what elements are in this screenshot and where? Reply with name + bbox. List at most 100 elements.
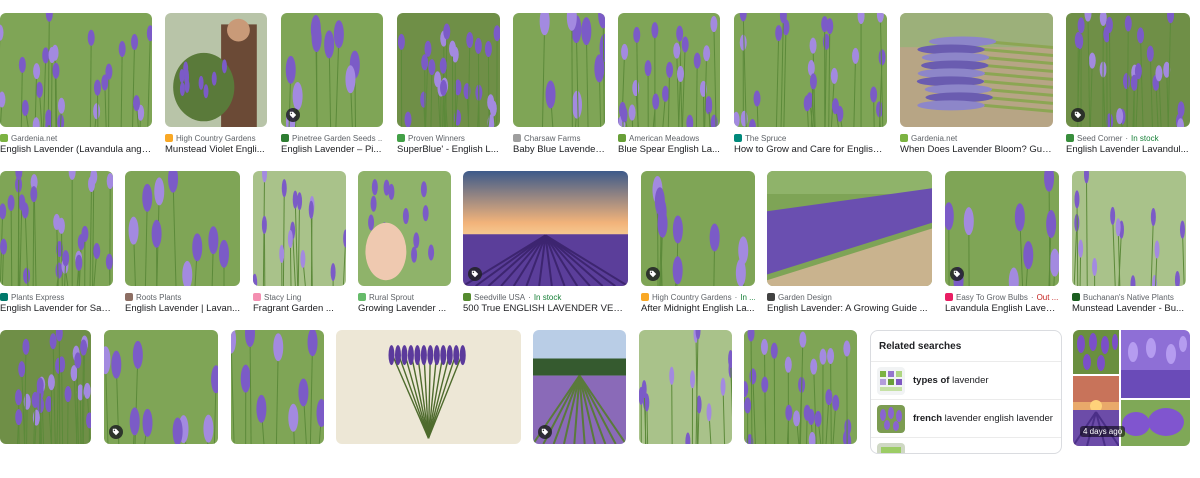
result-thumbnail[interactable] xyxy=(358,171,451,286)
result-source[interactable]: Proven Winners xyxy=(397,132,500,144)
result-source[interactable]: Plants Express xyxy=(0,291,113,303)
result-title[interactable]: English Lavender for Sale... xyxy=(0,303,113,314)
image-result[interactable] xyxy=(231,330,324,478)
result-title[interactable]: SuperBlue' - English L... xyxy=(397,144,500,155)
result-thumbnail[interactable] xyxy=(253,171,346,286)
result-title[interactable]: Fragrant Garden ... xyxy=(253,303,346,314)
related-search-types-of-lavender[interactable]: types of lavender xyxy=(871,361,1061,399)
result-source[interactable]: Roots Plants xyxy=(125,291,240,303)
result-thumbnail[interactable] xyxy=(639,330,732,444)
result-thumbnail[interactable] xyxy=(281,13,383,127)
result-source[interactable]: American Meadows xyxy=(618,132,720,144)
result-thumbnail[interactable] xyxy=(104,330,218,444)
result-title[interactable]: Munstead Violet Engli... xyxy=(165,144,267,155)
result-source[interactable]: Stacy Ling xyxy=(253,291,346,303)
result-thumbnail[interactable] xyxy=(0,13,152,127)
related-search-more[interactable] xyxy=(871,437,1061,454)
image-result[interactable]: High Country GardensMunstead Violet Engl… xyxy=(165,13,267,161)
result-title[interactable]: English Lavender (Lavandula angu... xyxy=(0,144,152,155)
result-source[interactable]: Rural Sprout xyxy=(358,291,451,303)
result-source[interactable]: Buchanan's Native Plants xyxy=(1072,291,1186,303)
result-thumbnail[interactable] xyxy=(513,13,605,127)
result-thumbnail[interactable] xyxy=(1066,13,1190,127)
result-title[interactable]: How to Grow and Care for English ... xyxy=(734,144,887,155)
result-thumbnail[interactable] xyxy=(336,330,521,444)
result-thumbnail[interactable] xyxy=(463,171,628,286)
image-result[interactable]: Charsaw FarmsBaby Blue Lavender... xyxy=(513,13,605,161)
result-source[interactable]: Gardenia.net xyxy=(0,132,152,144)
result-thumbnail[interactable] xyxy=(0,171,113,286)
image-result[interactable]: High Country Gardens·In ...After Midnigh… xyxy=(641,171,755,320)
result-source[interactable]: High Country Gardens xyxy=(165,132,267,144)
site-favicon-icon xyxy=(281,134,289,142)
image-result[interactable] xyxy=(336,330,521,478)
image-result[interactable]: The SpruceHow to Grow and Care for Engli… xyxy=(734,13,887,161)
image-result[interactable] xyxy=(0,330,91,478)
image-result[interactable]: American MeadowsBlue Spear English La... xyxy=(618,13,720,161)
separator: · xyxy=(528,293,531,302)
image-result[interactable] xyxy=(639,330,732,478)
result-thumbnail[interactable] xyxy=(618,13,720,127)
image-result[interactable]: Garden DesignEnglish Lavender: A Growing… xyxy=(767,171,932,320)
image-result[interactable]: Buchanan's Native PlantsMunstead Lavende… xyxy=(1072,171,1186,320)
image-result[interactable]: Gardenia.netWhen Does Lavender Bloom? Gu… xyxy=(900,13,1053,161)
result-title[interactable]: Lavandula English Laven... xyxy=(945,303,1059,314)
source-name: Charsaw Farms xyxy=(524,134,580,143)
result-source[interactable]: Gardenia.net xyxy=(900,132,1053,144)
image-result[interactable] xyxy=(744,330,857,478)
result-source[interactable]: Seed Corner·In stock xyxy=(1066,132,1190,144)
result-thumbnail[interactable] xyxy=(945,171,1059,286)
result-title[interactable]: When Does Lavender Bloom? Guid... xyxy=(900,144,1053,155)
result-thumbnail[interactable] xyxy=(767,171,932,286)
site-favicon-icon xyxy=(253,293,261,301)
result-title[interactable]: After Midnight English La... xyxy=(641,303,755,314)
result-title[interactable]: Growing Lavender ... xyxy=(358,303,451,314)
image-result[interactable]: Seed Corner·In stockEnglish Lavender Lav… xyxy=(1066,13,1190,161)
result-title[interactable]: English Lavender Lavandul... xyxy=(1066,144,1190,155)
result-thumbnail[interactable] xyxy=(1072,171,1186,286)
result-thumbnail[interactable] xyxy=(641,171,755,286)
result-title[interactable]: Blue Spear English La... xyxy=(618,144,720,155)
image-result[interactable]: Proven WinnersSuperBlue' - English L... xyxy=(397,13,500,161)
image-collage[interactable]: 4 days ago xyxy=(1073,330,1190,446)
related-search-thumbnail xyxy=(877,405,905,433)
image-result[interactable]: Plants ExpressEnglish Lavender for Sale.… xyxy=(0,171,113,320)
image-result[interactable]: Gardenia.netEnglish Lavender (Lavandula … xyxy=(0,13,152,161)
image-result[interactable] xyxy=(104,330,218,478)
result-source[interactable]: Seedville USA·In stock xyxy=(463,291,628,303)
result-title[interactable]: Baby Blue Lavender... xyxy=(513,144,605,155)
image-result[interactable]: Seedville USA·In stock500 True ENGLISH L… xyxy=(463,171,628,320)
result-thumbnail[interactable] xyxy=(0,330,91,444)
source-name: Proven Winners xyxy=(408,134,465,143)
source-name: American Meadows xyxy=(629,134,699,143)
image-result[interactable]: Roots PlantsEnglish Lavender | Lavan... xyxy=(125,171,240,320)
image-result[interactable] xyxy=(533,330,626,478)
result-thumbnail[interactable] xyxy=(900,13,1053,127)
result-source[interactable]: High Country Gardens·In ... xyxy=(641,291,755,303)
related-search-label: types of lavender xyxy=(913,375,989,386)
result-title[interactable]: Munstead Lavender - Bu... xyxy=(1072,303,1186,314)
result-source[interactable]: Pinetree Garden Seeds ... xyxy=(281,132,383,144)
result-title[interactable]: English Lavender | Lavan... xyxy=(125,303,240,314)
result-title[interactable]: English Lavender: A Growing Guide ... xyxy=(767,303,932,314)
result-thumbnail[interactable] xyxy=(125,171,240,286)
image-result[interactable]: Pinetree Garden Seeds ...English Lavende… xyxy=(281,13,383,161)
stock-status: In stock xyxy=(534,293,562,302)
result-thumbnail[interactable] xyxy=(397,13,500,127)
image-result[interactable]: Rural SproutGrowing Lavender ... xyxy=(358,171,451,320)
image-result[interactable]: Easy To Grow Bulbs·Out ...Lavandula Engl… xyxy=(945,171,1059,320)
result-thumbnail[interactable] xyxy=(533,330,626,444)
result-thumbnail[interactable] xyxy=(165,13,267,127)
result-source[interactable]: Garden Design xyxy=(767,291,932,303)
result-source[interactable]: Easy To Grow Bulbs·Out ... xyxy=(945,291,1059,303)
result-source[interactable]: Charsaw Farms xyxy=(513,132,605,144)
result-thumbnail[interactable] xyxy=(231,330,324,444)
result-thumbnail[interactable] xyxy=(744,330,857,444)
result-thumbnail[interactable] xyxy=(734,13,887,127)
source-name: High Country Gardens xyxy=(176,134,256,143)
result-title[interactable]: English Lavender – Pi... xyxy=(281,144,383,155)
related-search-french-lavender[interactable]: french lavender english lavender xyxy=(871,399,1061,437)
result-source[interactable]: The Spruce xyxy=(734,132,887,144)
result-title[interactable]: 500 True ENGLISH LAVENDER VERA ... xyxy=(463,303,628,314)
image-result[interactable]: Stacy LingFragrant Garden ... xyxy=(253,171,346,320)
